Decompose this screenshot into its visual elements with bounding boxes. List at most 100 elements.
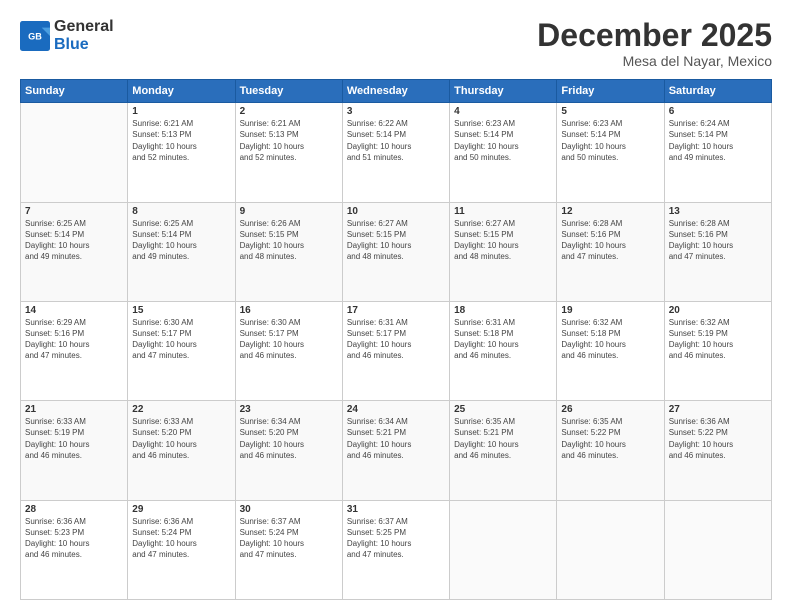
calendar-cell: 2Sunrise: 6:21 AMSunset: 5:13 PMDaylight… [235, 103, 342, 202]
calendar-cell: 9Sunrise: 6:26 AMSunset: 5:15 PMDaylight… [235, 202, 342, 301]
calendar-cell: 3Sunrise: 6:22 AMSunset: 5:14 PMDaylight… [342, 103, 449, 202]
day-info: Sunrise: 6:27 AMSunset: 5:15 PMDaylight:… [347, 218, 445, 263]
day-info: Sunrise: 6:34 AMSunset: 5:20 PMDaylight:… [240, 416, 338, 461]
weekday-wednesday: Wednesday [342, 80, 449, 103]
calendar-cell: 5Sunrise: 6:23 AMSunset: 5:14 PMDaylight… [557, 103, 664, 202]
calendar-cell: 26Sunrise: 6:35 AMSunset: 5:22 PMDayligh… [557, 401, 664, 500]
calendar-cell: 14Sunrise: 6:29 AMSunset: 5:16 PMDayligh… [21, 301, 128, 400]
calendar-cell [450, 500, 557, 599]
day-number: 9 [240, 206, 338, 217]
calendar-cell: 31Sunrise: 6:37 AMSunset: 5:25 PMDayligh… [342, 500, 449, 599]
day-info: Sunrise: 6:31 AMSunset: 5:18 PMDaylight:… [454, 317, 552, 362]
day-info: Sunrise: 6:36 AMSunset: 5:24 PMDaylight:… [132, 516, 230, 561]
day-info: Sunrise: 6:31 AMSunset: 5:17 PMDaylight:… [347, 317, 445, 362]
day-number: 5 [561, 106, 659, 117]
day-info: Sunrise: 6:22 AMSunset: 5:14 PMDaylight:… [347, 118, 445, 163]
calendar-cell: 27Sunrise: 6:36 AMSunset: 5:22 PMDayligh… [664, 401, 771, 500]
calendar-cell: 4Sunrise: 6:23 AMSunset: 5:14 PMDaylight… [450, 103, 557, 202]
day-number: 24 [347, 404, 445, 415]
day-info: Sunrise: 6:36 AMSunset: 5:23 PMDaylight:… [25, 516, 123, 561]
day-number: 6 [669, 106, 767, 117]
calendar-cell [664, 500, 771, 599]
calendar-cell: 18Sunrise: 6:31 AMSunset: 5:18 PMDayligh… [450, 301, 557, 400]
calendar-cell: 29Sunrise: 6:36 AMSunset: 5:24 PMDayligh… [128, 500, 235, 599]
logo-line2: Blue [54, 36, 89, 53]
day-number: 25 [454, 404, 552, 415]
calendar-cell: 16Sunrise: 6:30 AMSunset: 5:17 PMDayligh… [235, 301, 342, 400]
weekday-header-row: SundayMondayTuesdayWednesdayThursdayFrid… [21, 80, 772, 103]
day-number: 26 [561, 404, 659, 415]
week-row-5: 28Sunrise: 6:36 AMSunset: 5:23 PMDayligh… [21, 500, 772, 599]
calendar-cell: 17Sunrise: 6:31 AMSunset: 5:17 PMDayligh… [342, 301, 449, 400]
day-info: Sunrise: 6:37 AMSunset: 5:25 PMDaylight:… [347, 516, 445, 561]
logo: GB General Blue [20, 18, 114, 53]
day-number: 2 [240, 106, 338, 117]
day-info: Sunrise: 6:21 AMSunset: 5:13 PMDaylight:… [240, 118, 338, 163]
calendar-table: SundayMondayTuesdayWednesdayThursdayFrid… [20, 79, 772, 600]
logo-line1: General [54, 18, 114, 35]
day-info: Sunrise: 6:36 AMSunset: 5:22 PMDaylight:… [669, 416, 767, 461]
calendar-cell: 25Sunrise: 6:35 AMSunset: 5:21 PMDayligh… [450, 401, 557, 500]
day-info: Sunrise: 6:33 AMSunset: 5:19 PMDaylight:… [25, 416, 123, 461]
calendar-cell: 22Sunrise: 6:33 AMSunset: 5:20 PMDayligh… [128, 401, 235, 500]
calendar-cell: 15Sunrise: 6:30 AMSunset: 5:17 PMDayligh… [128, 301, 235, 400]
day-number: 30 [240, 504, 338, 515]
calendar-cell: 30Sunrise: 6:37 AMSunset: 5:24 PMDayligh… [235, 500, 342, 599]
day-number: 8 [132, 206, 230, 217]
day-info: Sunrise: 6:30 AMSunset: 5:17 PMDaylight:… [240, 317, 338, 362]
day-number: 10 [347, 206, 445, 217]
day-number: 29 [132, 504, 230, 515]
day-number: 20 [669, 305, 767, 316]
day-info: Sunrise: 6:23 AMSunset: 5:14 PMDaylight:… [454, 118, 552, 163]
day-info: Sunrise: 6:32 AMSunset: 5:19 PMDaylight:… [669, 317, 767, 362]
day-number: 31 [347, 504, 445, 515]
day-number: 27 [669, 404, 767, 415]
day-info: Sunrise: 6:25 AMSunset: 5:14 PMDaylight:… [25, 218, 123, 263]
calendar-cell: 28Sunrise: 6:36 AMSunset: 5:23 PMDayligh… [21, 500, 128, 599]
weekday-saturday: Saturday [664, 80, 771, 103]
day-info: Sunrise: 6:25 AMSunset: 5:14 PMDaylight:… [132, 218, 230, 263]
week-row-2: 7Sunrise: 6:25 AMSunset: 5:14 PMDaylight… [21, 202, 772, 301]
title-block: December 2025 Mesa del Nayar, Mexico [537, 18, 772, 69]
day-number: 22 [132, 404, 230, 415]
day-info: Sunrise: 6:28 AMSunset: 5:16 PMDaylight:… [561, 218, 659, 263]
calendar-cell: 10Sunrise: 6:27 AMSunset: 5:15 PMDayligh… [342, 202, 449, 301]
calendar-cell: 24Sunrise: 6:34 AMSunset: 5:21 PMDayligh… [342, 401, 449, 500]
day-number: 15 [132, 305, 230, 316]
day-number: 23 [240, 404, 338, 415]
day-number: 12 [561, 206, 659, 217]
weekday-friday: Friday [557, 80, 664, 103]
week-row-1: 1Sunrise: 6:21 AMSunset: 5:13 PMDaylight… [21, 103, 772, 202]
calendar-cell: 20Sunrise: 6:32 AMSunset: 5:19 PMDayligh… [664, 301, 771, 400]
calendar-cell: 23Sunrise: 6:34 AMSunset: 5:20 PMDayligh… [235, 401, 342, 500]
day-number: 16 [240, 305, 338, 316]
week-row-4: 21Sunrise: 6:33 AMSunset: 5:19 PMDayligh… [21, 401, 772, 500]
calendar-cell [21, 103, 128, 202]
day-info: Sunrise: 6:35 AMSunset: 5:21 PMDaylight:… [454, 416, 552, 461]
day-info: Sunrise: 6:23 AMSunset: 5:14 PMDaylight:… [561, 118, 659, 163]
day-info: Sunrise: 6:26 AMSunset: 5:15 PMDaylight:… [240, 218, 338, 263]
weekday-tuesday: Tuesday [235, 80, 342, 103]
day-info: Sunrise: 6:21 AMSunset: 5:13 PMDaylight:… [132, 118, 230, 163]
day-number: 19 [561, 305, 659, 316]
day-info: Sunrise: 6:27 AMSunset: 5:15 PMDaylight:… [454, 218, 552, 263]
location: Mesa del Nayar, Mexico [537, 53, 772, 69]
calendar-cell: 19Sunrise: 6:32 AMSunset: 5:18 PMDayligh… [557, 301, 664, 400]
day-number: 28 [25, 504, 123, 515]
calendar-cell: 8Sunrise: 6:25 AMSunset: 5:14 PMDaylight… [128, 202, 235, 301]
header: GB General Blue December 2025 Mesa del N… [20, 18, 772, 69]
page: GB General Blue December 2025 Mesa del N… [0, 0, 792, 612]
calendar-cell: 1Sunrise: 6:21 AMSunset: 5:13 PMDaylight… [128, 103, 235, 202]
day-number: 1 [132, 106, 230, 117]
calendar-cell: 12Sunrise: 6:28 AMSunset: 5:16 PMDayligh… [557, 202, 664, 301]
day-number: 21 [25, 404, 123, 415]
day-info: Sunrise: 6:29 AMSunset: 5:16 PMDaylight:… [25, 317, 123, 362]
calendar-cell: 21Sunrise: 6:33 AMSunset: 5:19 PMDayligh… [21, 401, 128, 500]
calendar-cell: 11Sunrise: 6:27 AMSunset: 5:15 PMDayligh… [450, 202, 557, 301]
day-number: 7 [25, 206, 123, 217]
week-row-3: 14Sunrise: 6:29 AMSunset: 5:16 PMDayligh… [21, 301, 772, 400]
day-info: Sunrise: 6:24 AMSunset: 5:14 PMDaylight:… [669, 118, 767, 163]
calendar-cell: 7Sunrise: 6:25 AMSunset: 5:14 PMDaylight… [21, 202, 128, 301]
calendar-cell: 6Sunrise: 6:24 AMSunset: 5:14 PMDaylight… [664, 103, 771, 202]
logo-icon: GB [20, 21, 50, 51]
